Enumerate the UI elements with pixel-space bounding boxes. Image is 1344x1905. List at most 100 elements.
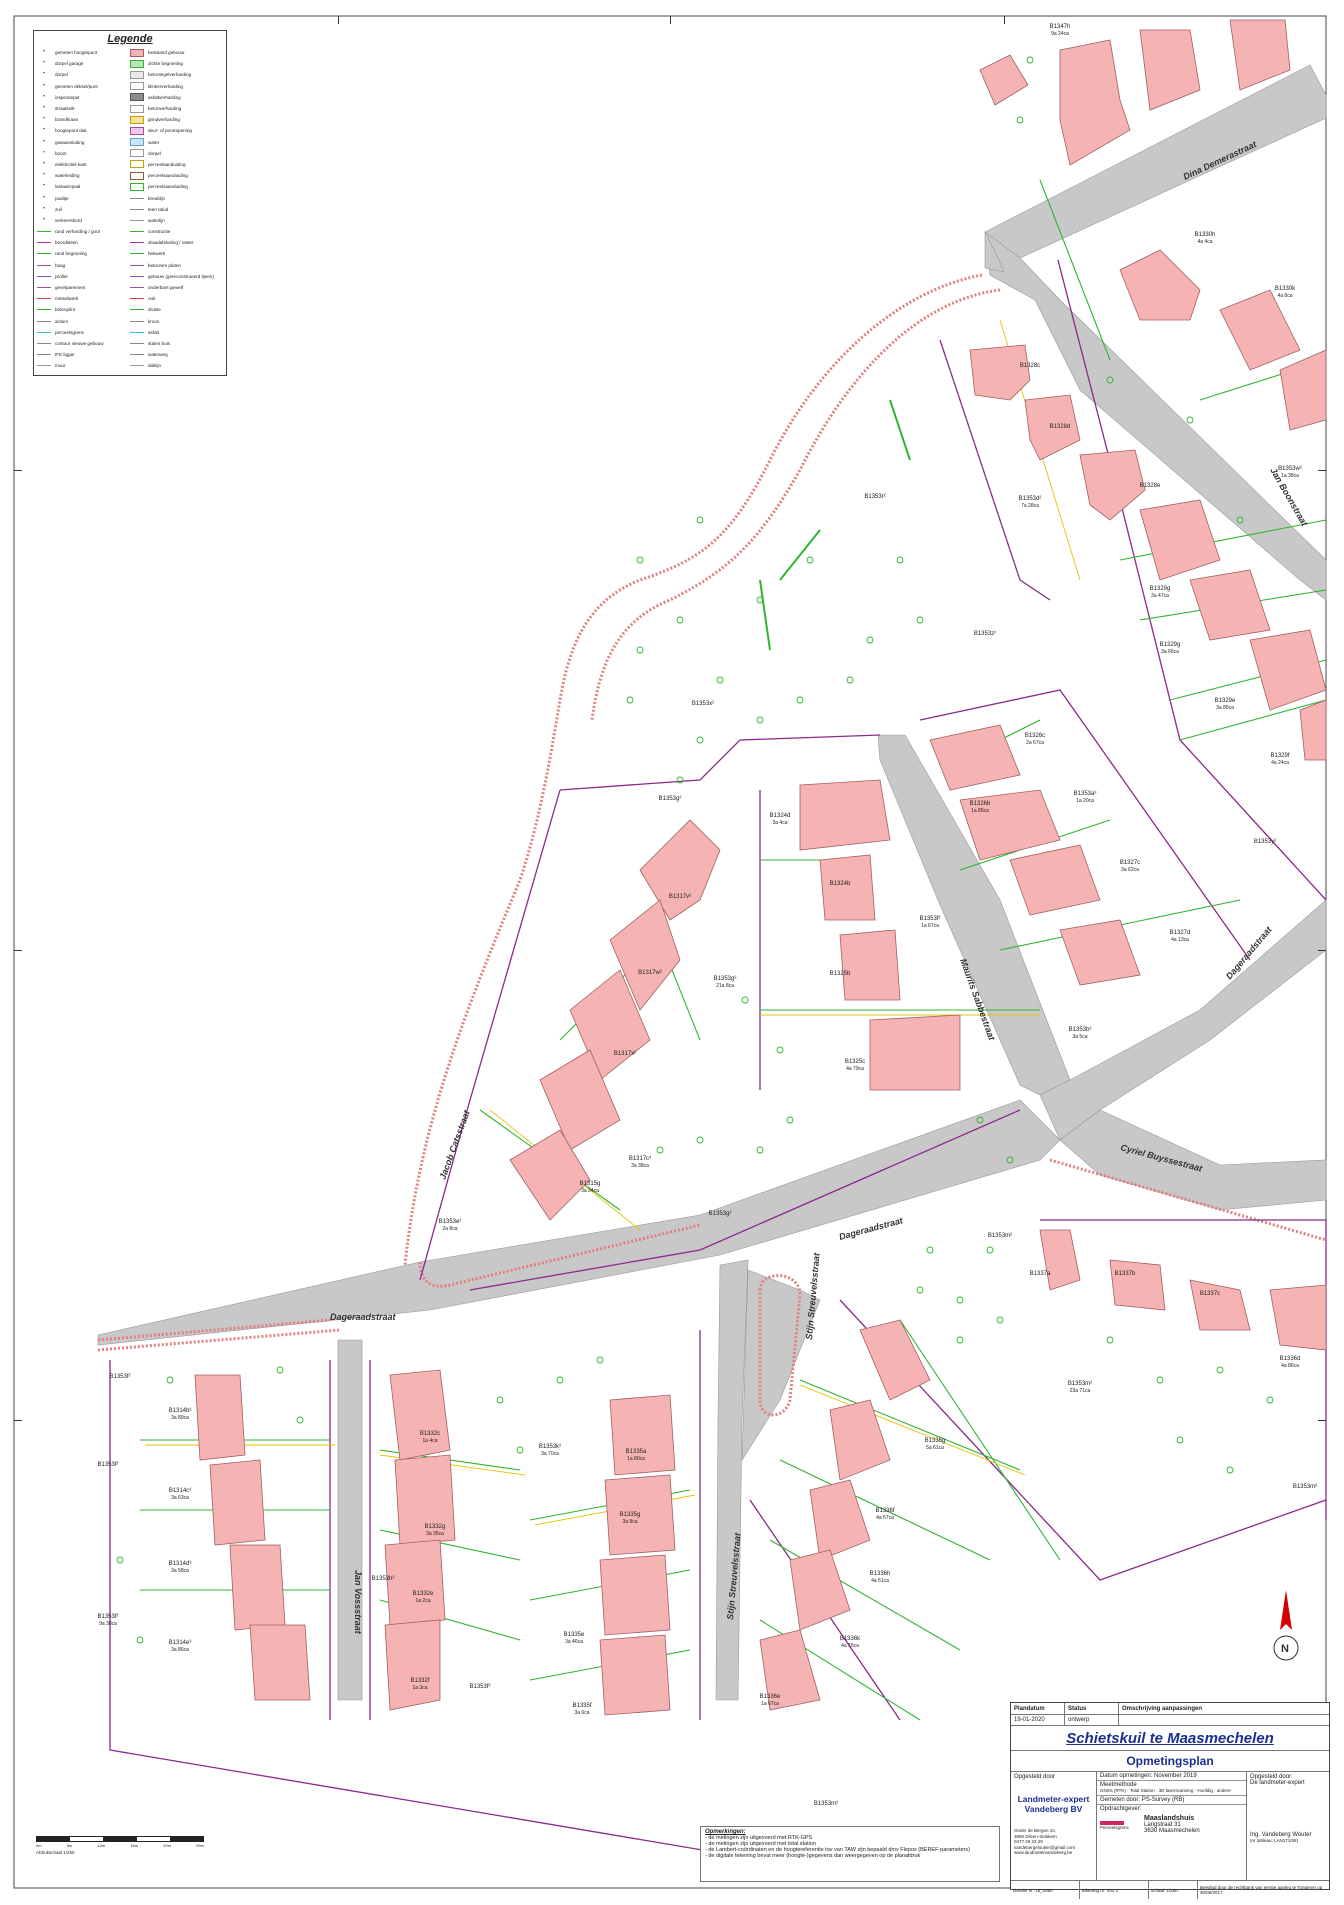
road-stijn-streuvelsstraat [715,1259,749,1701]
parcel-area-label: 3a 70ca [541,1451,559,1457]
building-1328c [969,344,1031,401]
tree-icon [1016,116,1024,124]
building-1336h [809,1479,871,1561]
parcel-area-label: 1a 2ca [415,1598,430,1604]
parcel-id-label: B1353y² [1254,839,1276,845]
parcel-id-label: B1353w² [1278,466,1302,472]
building-3 [1139,29,1201,111]
parcel-area-label: 1a 3ca [412,1685,427,1691]
parcel-area-label: 1a 67ca [761,1701,779,1707]
legend-label: boom [55,150,67,156]
legend-label: metselwerk [55,296,79,302]
legend-label: kroon [148,318,160,324]
legend-label: verkeersbord [55,217,82,223]
frame-tick [338,16,339,24]
legend-item: profiel [37,271,130,282]
legend-symbol-icon [130,115,144,124]
legend-label: hekwerk [148,251,166,257]
parcel-id-label: B1353g² [714,976,737,982]
parcel-id-label: B1353f² [919,916,940,922]
legend-item: rand begroeiing [37,248,130,259]
right-opgesteld-2: De landmeter-expert [1250,1780,1305,1786]
parcel-id-label: B1353h² [372,1576,395,1582]
building-1328e [1079,449,1146,521]
parcel-area-label: 3a 63ca [171,1495,189,1501]
parcel-area-label: 3a 46ca [565,1639,583,1645]
legend-label: paaltje [55,195,69,201]
parcel-id-label: B1317w² [638,970,662,976]
legend-symbol-icon [130,351,144,358]
legend-symbol-icon [37,351,51,358]
legend-label: perceelsaanduiding [148,184,188,190]
building-1314c [209,1459,266,1546]
legend-item: • gemeten deksel/punt [37,81,130,92]
legend-item: • dorpel [37,69,130,80]
project-title: Schietskuil te Maasmechelen [1011,1726,1329,1751]
legend-label: betonnen platen [148,262,181,268]
parcel-id-label: B1336d [1280,1356,1301,1362]
legend-label: breuklijn [148,195,166,201]
tree-icon [786,1116,794,1124]
parcel-id-label: B1328e [1140,483,1161,489]
legend-symbol-icon [37,228,51,235]
legend-label: draadafsluiting / raster [148,240,194,246]
north-arrow-icon: N [1273,1590,1299,1661]
building-1336g [859,1319,931,1401]
legend-item: breuklijn [130,192,223,203]
tree-icon [676,616,684,624]
legend-label: betonplint [55,307,75,313]
scale-tick-5: 25m [196,1843,204,1848]
legend-symbol-icon [130,217,144,224]
legend-symbol-icon [130,195,144,202]
parcel-area-label: 3a 35ca [426,1531,444,1537]
title-block: Plandatum Status Omschrijving aanpassing… [1010,1702,1330,1899]
legend-item: gebouw (gereconstrueerd lijnen) [130,271,223,282]
legend-item: • waterleiding [37,170,130,181]
building-1314b [194,1374,246,1461]
legend-symbol-icon [130,295,144,302]
parcel-id-label: B1317v² [669,894,691,900]
legend-label: betonverharding [148,106,182,112]
notes-box: Opmerkingen: - de metingen zijn uitgevoe… [700,1826,1000,1882]
legend-item: • gemeten hoogtepunt [37,47,130,58]
street-labels: Dina Demerastraat Jan Boonstraat Dageraa… [330,139,1310,1635]
building-1 [979,54,1029,106]
legend-item: • elektriciteit kast [37,159,130,170]
legend-item: grindverharding [130,114,223,125]
legend-symbol-icon [37,340,51,347]
legend-label: ardum [55,318,69,324]
parcel-id-label: B1330h [1195,232,1216,238]
curb-west-curve-inner [590,288,1001,721]
parcel-id-label: B1353m² [988,1233,1012,1239]
tree-icon [1106,1336,1114,1344]
parcel-id-label: B1315g [580,1181,601,1187]
parcel-area-label: 2a 67ca [1026,740,1044,746]
legend-symbol-icon: • [42,138,46,145]
parcel-id-label: B1332e [413,1591,434,1597]
parcel-id-label: B1324b [830,881,851,887]
legend-symbol-icon [37,329,51,336]
street-label-dageraadstraat: Dageraadstraat [838,1215,905,1242]
parcel-area-label: 1a 85ca [971,808,989,814]
scale-tick-0: 0m [36,1843,42,1848]
legend-label: asfalt [148,329,159,335]
legend-symbol-icon [130,340,144,347]
parcel-area-label: 4a 4ca [1197,239,1212,245]
legend-symbol-icon [130,306,144,313]
parcel-area-label: 3a 24ca [581,1188,599,1194]
parcel-id-label: B1329e [1215,698,1236,704]
legend-label: gevelparement [55,285,86,291]
legend-symbol-icon [130,206,144,213]
opdrachtgever-address-2: 3630 Maasmechelen [1144,1827,1200,1834]
gemeten-door: Gemeten door: PS-Survey (RB) [1097,1796,1246,1805]
legend-label: haag [55,262,66,268]
datum-opmetingen: Datum opmetingen: November 2019 [1097,1772,1246,1781]
legend-symbol-icon: • [42,82,46,89]
frame-tick [14,470,22,471]
opgesteld-label: Opgesteld door [1014,1774,1056,1780]
parcel-area-label: 3a 58ca [171,1568,189,1574]
tree-icon [846,676,854,684]
parcel-id-label: B1353f² [97,1614,118,1620]
legend-item: hekwerk [130,248,223,259]
parcel-id-label: B1353g² [709,1211,732,1217]
